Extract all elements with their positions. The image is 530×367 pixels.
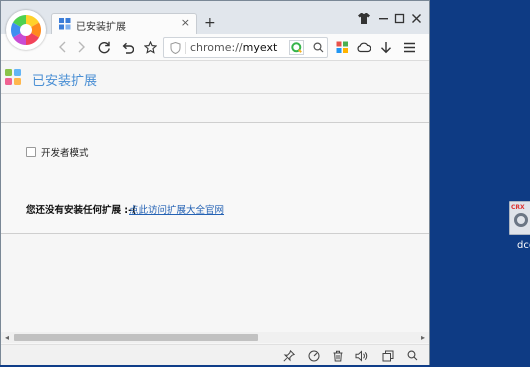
new-tab-button[interactable]: + — [204, 16, 216, 30]
skin-shirt-icon[interactable] — [358, 13, 370, 24]
bookmark-star-icon[interactable] — [142, 39, 158, 55]
cloud-icon[interactable] — [356, 39, 372, 55]
extension-store-link[interactable]: 点此访问扩展大全官网 — [129, 202, 224, 216]
menu-icon[interactable] — [401, 39, 417, 55]
desktop-background — [428, 0, 530, 367]
scroll-right-arrow-icon[interactable]: ▸ — [421, 333, 425, 342]
extensions-page-header: 已安装扩展 — [1, 62, 429, 94]
address-prefix: chrome:// — [190, 41, 243, 54]
page-title: 已安装扩展 — [32, 74, 98, 89]
maximize-icon[interactable] — [394, 13, 405, 24]
extensions-logo-icon — [5, 69, 21, 85]
developer-mode-checkbox[interactable] — [26, 147, 36, 157]
shield-icon — [170, 42, 181, 54]
search-engine-icon[interactable] — [288, 39, 304, 55]
trash-icon[interactable] — [331, 349, 344, 362]
tab-title: 已安装扩展 — [76, 22, 126, 33]
browser-logo-icon[interactable] — [6, 10, 46, 50]
window-restore-icon[interactable] — [381, 349, 394, 362]
crx-file-icon[interactable]: CRX — [509, 201, 530, 235]
extensions-icon[interactable] — [334, 39, 350, 55]
gear-icon — [514, 213, 528, 227]
extensions-content-panel: 开发者模式 您还没有安装任何扩展 :-( 点此访问扩展大全官网 — [1, 122, 429, 234]
search-icon[interactable] — [310, 39, 326, 55]
extension-grid-icon — [59, 18, 71, 30]
zoom-icon[interactable] — [406, 349, 419, 362]
browser-window: 已安装扩展 × + chrome://myext 已安装扩展 开发者模式 您还没… — [0, 0, 430, 365]
developer-mode-label[interactable]: 开发者模式 — [41, 145, 89, 159]
refresh-icon[interactable] — [96, 39, 112, 55]
horizontal-scrollbar[interactable]: ◂ ▸ — [1, 332, 429, 343]
undo-close-tab-icon[interactable] — [119, 39, 135, 55]
forward-arrow-icon[interactable] — [73, 39, 89, 55]
speaker-icon[interactable] — [355, 349, 368, 362]
address-url[interactable]: chrome://myext — [190, 41, 277, 54]
navigation-toolbar: chrome://myext — [1, 34, 429, 61]
tab-close-icon[interactable]: × — [181, 17, 190, 29]
status-bar — [1, 344, 429, 365]
tab-strip: 已安装扩展 × + — [1, 1, 429, 35]
scroll-left-arrow-icon[interactable]: ◂ — [5, 333, 9, 342]
scrollbar-thumb[interactable] — [14, 334, 258, 341]
back-arrow-icon[interactable] — [55, 39, 71, 55]
minimize-icon[interactable] — [378, 13, 389, 24]
crx-badge: CRX — [511, 204, 525, 211]
close-window-icon[interactable] — [411, 13, 422, 24]
download-arrow-icon[interactable] — [378, 39, 394, 55]
speed-gauge-icon[interactable] — [307, 349, 320, 362]
desktop-file-label[interactable]: dcc — [517, 240, 530, 251]
pin-icon[interactable] — [282, 349, 295, 362]
address-host: myext — [242, 41, 278, 54]
empty-state-message: 您还没有安装任何扩展 :-( — [26, 205, 137, 216]
address-divider — [185, 42, 186, 54]
tab-installed-extensions[interactable]: 已安装扩展 × — [51, 13, 197, 35]
